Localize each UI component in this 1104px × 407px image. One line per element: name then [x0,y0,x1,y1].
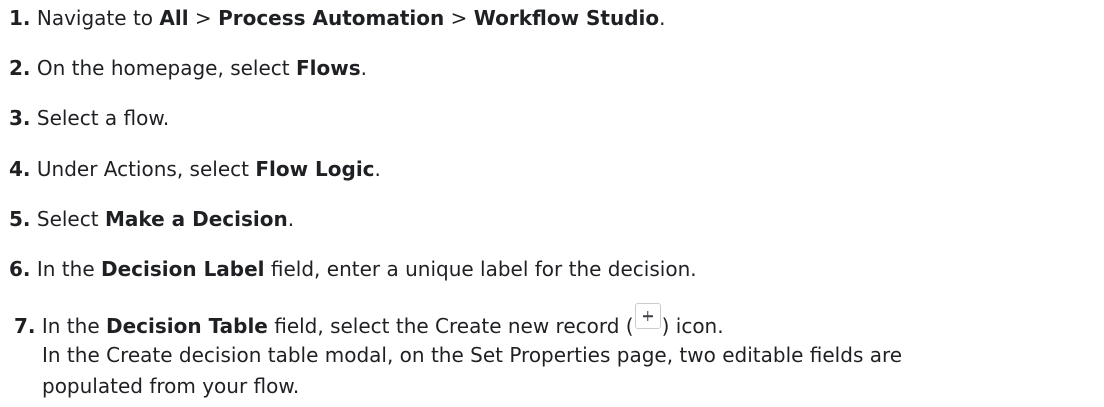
step-1: 1. Navigate to All > Process Automation … [9,4,665,32]
ui-path-all: All [159,6,189,30]
step-number: 1. [9,6,31,30]
ui-path-process-automation: Process Automation [218,6,445,30]
step-7: 7. In the Decision Table field, select t… [14,303,724,340]
step-text: > [444,6,474,30]
step-text: field, select the Create new record ( [267,314,634,338]
step-text: > [188,6,219,30]
step-text: In the [30,257,101,281]
ui-label-flows: Flows [295,56,361,80]
plus-icon [634,303,661,329]
step-number: 7. [14,314,36,338]
step-text: . [659,6,666,30]
step-5: 5. Select Make a Decision. [9,205,294,233]
step-number: 4. [9,157,31,181]
step-number: 6. [9,257,31,281]
step-text: Select [30,207,105,231]
step-text: . [287,207,295,231]
ui-label-flow-logic: Flow Logic [255,157,375,181]
step-text: In the [35,314,106,338]
step-text: Navigate to [30,6,160,30]
ui-label-decision-table: Decision Table [105,314,268,338]
step-number: 5. [9,207,31,231]
step-text: . [374,157,381,181]
ui-label-make-a-decision: Make a Decision [104,207,288,231]
ui-path-workflow-studio: Workflow Studio [473,6,660,30]
step-number: 3. [9,106,31,130]
step-number: 2. [9,56,31,80]
step-6: 6. In the Decision Label field, enter a … [9,255,697,283]
step-text: . [360,56,367,80]
step-text: ) icon. [661,314,724,338]
ui-label-decision-label: Decision Label [100,257,265,281]
step-7-continuation-line: In the Create decision table modal, on t… [42,343,903,367]
step-2: 2. On the homepage, select Flows. [9,54,367,82]
step-text: Select a flow. [30,106,170,130]
step-text: field, enter a unique label for the deci… [264,257,697,281]
step-4: 4. Under Actions, select Flow Logic. [9,155,381,183]
step-text: Under Actions, select [30,157,256,181]
step-7-continuation-line: populated from your flow. [42,374,300,398]
step-text: On the homepage, select [30,56,296,80]
step-3: 3. Select a flow. [9,104,169,132]
